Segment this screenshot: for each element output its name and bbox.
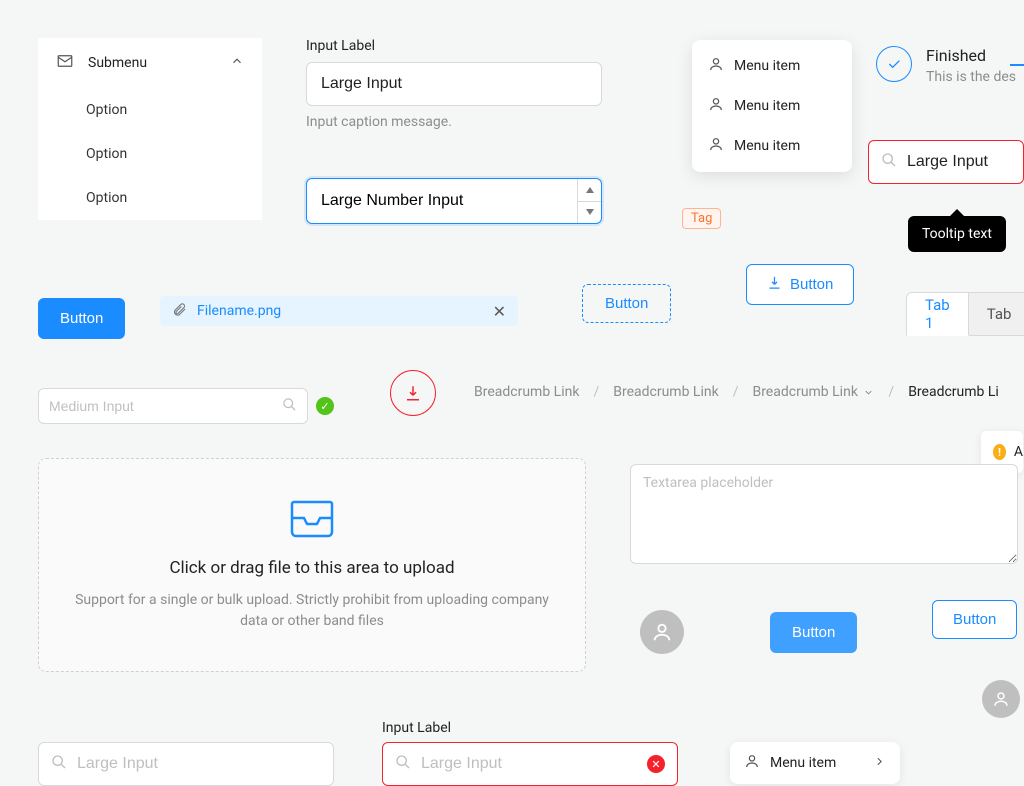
number-input-field[interactable] xyxy=(307,179,577,223)
large-text-input[interactable] xyxy=(306,62,602,106)
avatar[interactable] xyxy=(640,610,684,654)
breadcrumb-separator: / xyxy=(593,384,599,400)
user-icon xyxy=(708,56,724,76)
error-badge-icon[interactable]: ✕ xyxy=(647,755,665,773)
primary-button[interactable]: Button xyxy=(38,298,125,339)
file-name: Filename.png xyxy=(197,303,483,319)
menu-item[interactable]: Menu item xyxy=(692,86,852,126)
stepper-up-icon[interactable] xyxy=(578,179,601,202)
tab-2[interactable]: Tab xyxy=(969,292,1024,336)
tag-chip[interactable]: Tag xyxy=(682,208,721,229)
input-caption: Input caption message. xyxy=(306,114,602,130)
submenu-option[interactable]: Option xyxy=(38,176,262,220)
search-icon[interactable] xyxy=(282,397,297,416)
dropzone-hint: Support for a single or bulk upload. Str… xyxy=(69,590,555,632)
menu-item-label: Menu item xyxy=(734,138,800,154)
number-stepper xyxy=(577,179,601,223)
download-circle-button[interactable] xyxy=(390,370,436,416)
breadcrumb-separator: / xyxy=(888,384,894,400)
step-connector xyxy=(1010,64,1024,66)
file-attachment-chip[interactable]: Filename.png ✕ xyxy=(160,296,518,326)
chevron-up-icon xyxy=(230,54,244,72)
outline-button[interactable]: Button xyxy=(932,600,1017,639)
paperclip-icon xyxy=(172,302,187,321)
breadcrumb-current: Breadcrumb Li xyxy=(908,384,999,400)
breadcrumb: Breadcrumb Link / Breadcrumb Link / Brea… xyxy=(474,384,999,400)
step-finished: Finished This is the des xyxy=(876,46,1016,85)
user-icon xyxy=(744,753,760,773)
input-group: Input Label Input caption message. xyxy=(306,38,602,130)
search-icon xyxy=(51,754,67,774)
search-input-field[interactable] xyxy=(421,755,637,773)
medium-input-group: ✓ xyxy=(38,388,334,424)
menu-item-submenu[interactable]: Menu item xyxy=(730,742,900,784)
menu-item-label: Menu item xyxy=(734,98,800,114)
breadcrumb-link[interactable]: Breadcrumb Link xyxy=(613,384,718,400)
upload-dropzone[interactable]: Click or drag file to this area to uploa… xyxy=(38,458,586,672)
input-label: Input Label xyxy=(382,720,451,736)
breadcrumb-separator: / xyxy=(733,384,739,400)
tab-1[interactable]: Tab 1 xyxy=(906,292,969,336)
breadcrumb-link-dropdown[interactable]: Breadcrumb Link xyxy=(752,384,874,400)
menu-item[interactable]: Menu item xyxy=(692,126,852,166)
primary-button[interactable]: Button xyxy=(770,612,857,653)
search-input-field[interactable] xyxy=(907,153,1024,171)
check-circle-icon xyxy=(876,46,912,82)
dropzone-title: Click or drag file to this area to uploa… xyxy=(169,558,454,578)
alert-text: A xyxy=(1014,444,1023,460)
search-icon xyxy=(881,152,897,172)
dashed-button[interactable]: Button xyxy=(582,284,671,323)
button-label: Button xyxy=(790,276,833,293)
step-title: Finished xyxy=(926,46,1016,65)
chevron-down-icon xyxy=(863,387,874,398)
tabs: Tab 1 Tab xyxy=(906,292,1024,336)
stepper-down-icon[interactable] xyxy=(578,202,601,224)
medium-input-field[interactable] xyxy=(49,398,274,414)
search-icon xyxy=(395,754,411,774)
submenu-panel: Submenu Option Option Option xyxy=(38,38,262,220)
warning-icon: ! xyxy=(993,444,1006,460)
inbox-icon xyxy=(288,498,336,542)
chevron-right-icon xyxy=(873,755,886,772)
breadcrumb-link[interactable]: Breadcrumb Link xyxy=(474,384,579,400)
avatar[interactable] xyxy=(982,680,1020,718)
user-icon xyxy=(708,136,724,156)
medium-input[interactable] xyxy=(38,388,308,424)
search-large-input[interactable] xyxy=(38,742,334,786)
tooltip: Tooltip text xyxy=(908,216,1006,252)
mail-icon xyxy=(56,52,74,74)
close-icon[interactable]: ✕ xyxy=(493,302,506,321)
step-description: This is the des xyxy=(926,69,1016,85)
submenu-header-label: Submenu xyxy=(88,55,216,71)
download-button[interactable]: Button xyxy=(746,264,854,305)
menu-item-label: Menu item xyxy=(770,755,863,771)
number-input[interactable] xyxy=(306,178,602,224)
menu-item-label: Menu item xyxy=(734,58,800,74)
submenu-option[interactable]: Option xyxy=(38,132,262,176)
menu-item[interactable]: Menu item xyxy=(692,46,852,86)
download-icon xyxy=(767,275,782,294)
success-badge-icon: ✓ xyxy=(316,397,334,415)
search-input-error[interactable] xyxy=(868,140,1024,184)
submenu-header[interactable]: Submenu xyxy=(38,38,262,88)
submenu-option[interactable]: Option xyxy=(38,88,262,132)
input-label: Input Label xyxy=(306,38,602,54)
textarea[interactable] xyxy=(630,464,1018,564)
menu-popover: Menu item Menu item Menu item xyxy=(692,40,852,172)
search-input-field[interactable] xyxy=(77,755,321,773)
search-error-input[interactable]: ✕ xyxy=(382,742,678,786)
user-icon xyxy=(708,96,724,116)
